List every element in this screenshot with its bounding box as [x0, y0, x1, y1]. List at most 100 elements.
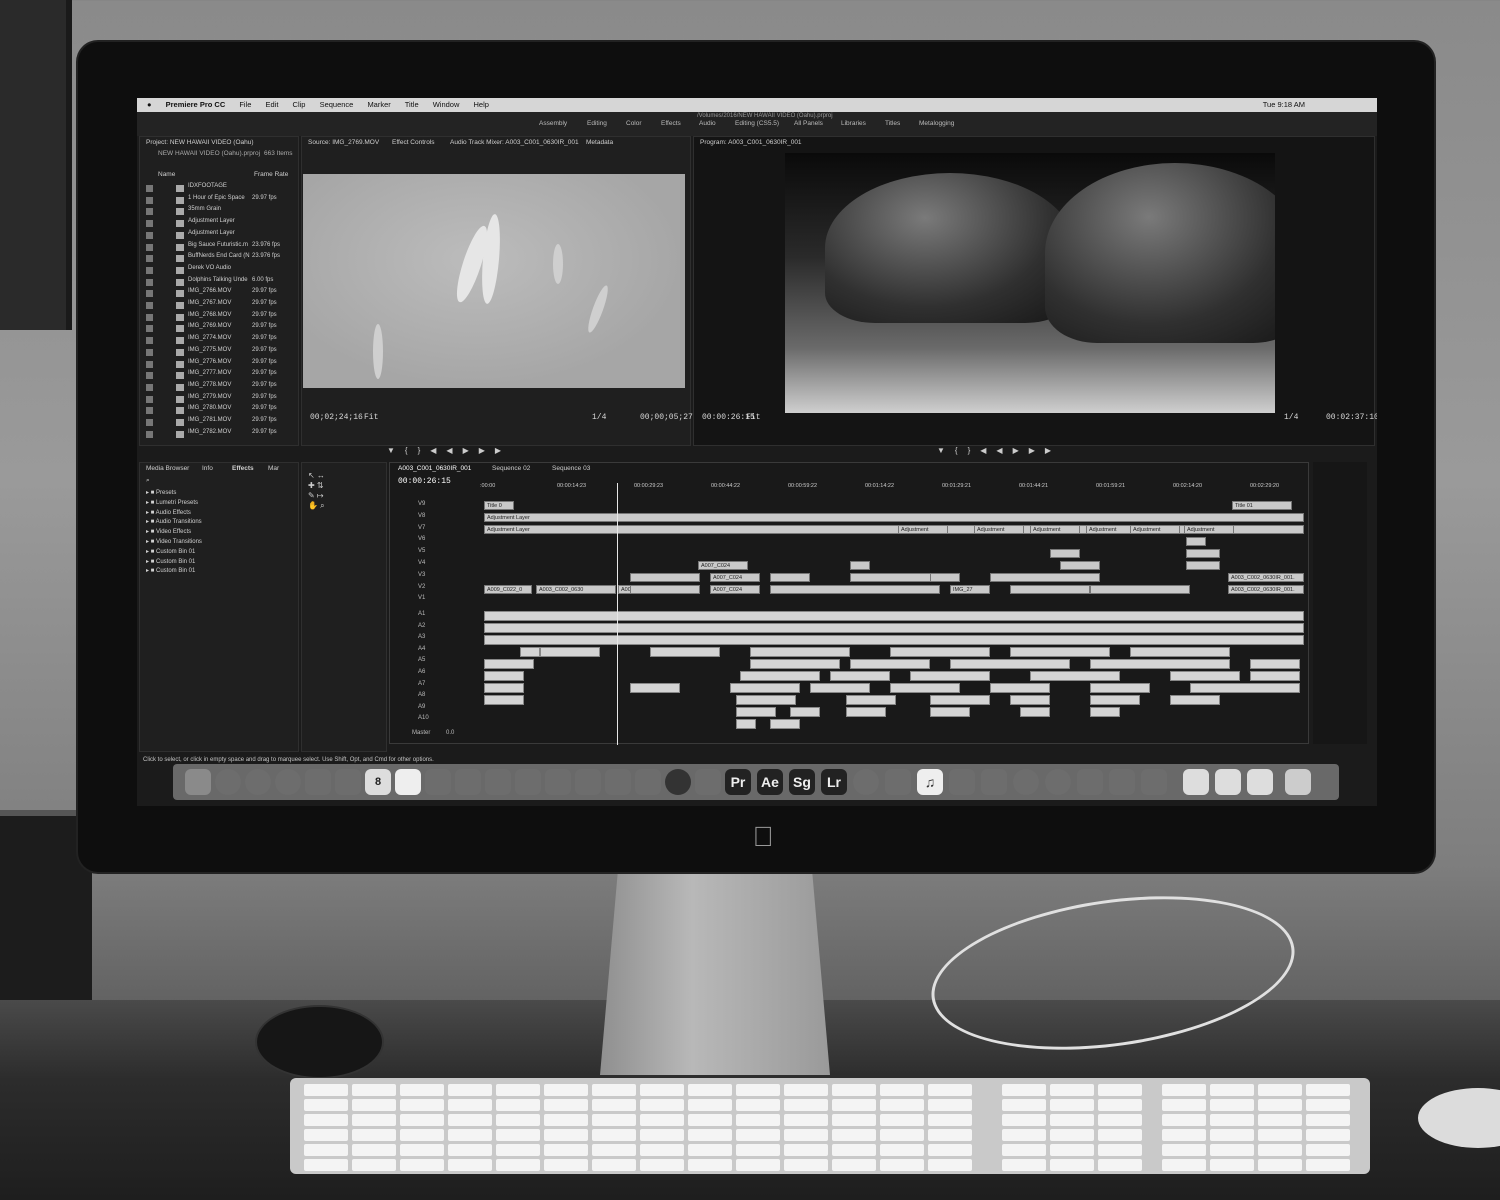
audio-clip[interactable]	[1010, 647, 1110, 657]
label-color-swatch[interactable]	[146, 255, 153, 263]
source-fit-select[interactable]: Fit	[364, 413, 378, 422]
project-item[interactable]: BuffNerds End Card (N 23.976 fps	[140, 253, 296, 264]
audio-clip[interactable]	[830, 671, 890, 681]
audio-clip[interactable]	[1090, 659, 1230, 669]
contacts-icon[interactable]	[335, 769, 361, 795]
program-fit-select[interactable]: Fit	[746, 413, 760, 422]
timeline-timecode[interactable]: 00:00:26:15	[398, 477, 451, 486]
video-clip[interactable]	[930, 573, 960, 582]
audio-clip[interactable]	[484, 683, 524, 693]
launchpad-icon[interactable]	[245, 769, 271, 795]
project-item[interactable]: IMG_2780.MOV 29.97 fps	[140, 405, 296, 416]
label-color-swatch[interactable]	[146, 290, 153, 298]
audio-track-mixer-tab[interactable]: Audio Track Mixer: A003_C001_0630IR_001	[450, 139, 579, 146]
audio-clip[interactable]	[1090, 707, 1120, 717]
menu-marker[interactable]: Marker	[367, 100, 390, 109]
audio-track-label[interactable]: A2	[418, 623, 425, 629]
label-color-swatch[interactable]	[146, 266, 153, 274]
effects-folder[interactable]: ▸ ■ Custom Bin 01	[146, 567, 195, 578]
project-item[interactable]: IMG_2775.MOV 29.97 fps	[140, 347, 296, 358]
documents-stack-icon[interactable]	[1215, 769, 1241, 795]
video-clip[interactable]	[770, 585, 940, 594]
audio-clip[interactable]	[890, 647, 990, 657]
audio-clip[interactable]	[650, 647, 720, 657]
downloads-stack-icon[interactable]	[1183, 769, 1209, 795]
project-item[interactable]: IMG_2781.MOV 29.97 fps	[140, 417, 296, 428]
source-zoom-select[interactable]: 1/4	[592, 413, 606, 422]
textedit-icon[interactable]	[1077, 769, 1103, 795]
app-store-icon[interactable]	[1013, 769, 1039, 795]
program-tab[interactable]: Program: A003_C001_0630IR_001	[700, 139, 802, 146]
label-color-swatch[interactable]	[146, 302, 153, 309]
video-track-label[interactable]: V6	[418, 536, 425, 542]
workspace-editing-cs55[interactable]: Editing (CS5.5)	[735, 112, 779, 136]
after-effects-icon[interactable]: Ae	[757, 769, 783, 795]
video-clip[interactable]	[1090, 585, 1190, 594]
project-item[interactable]: IMG_2779.MOV 29.97 fps	[140, 394, 296, 405]
messages-icon[interactable]	[455, 769, 481, 795]
source-tab[interactable]: Source: IMG_2769.MOV	[308, 139, 379, 146]
audio-track-label[interactable]: A6	[418, 669, 425, 675]
audio-clip[interactable]	[736, 695, 796, 705]
video-clip[interactable]: A003_C002_0630IR_001.	[1228, 573, 1304, 582]
info-tab[interactable]: Info	[202, 465, 213, 472]
audio-clip[interactable]	[520, 647, 540, 657]
audio-clip[interactable]	[484, 635, 1304, 645]
master-track-value[interactable]: 0.0	[446, 730, 454, 736]
video-clip[interactable]	[770, 573, 810, 582]
source-transport-controls[interactable]: ▼{}◀◀▶▶▶	[387, 446, 687, 458]
audio-clip[interactable]	[890, 683, 960, 693]
menu-window[interactable]: Window	[433, 100, 460, 109]
video-track-label[interactable]: V8	[418, 513, 425, 519]
ibooks-icon[interactable]	[981, 769, 1007, 795]
siri-icon[interactable]	[215, 769, 241, 795]
label-color-swatch[interactable]	[146, 325, 153, 333]
audio-clip[interactable]	[484, 611, 1304, 621]
project-item[interactable]: 35mm Grain	[140, 206, 296, 217]
timeline-ruler[interactable]: :00:00 00:00:14:23 00:00:29:23 00:00:44:22 0…	[480, 483, 1300, 495]
camera-icon[interactable]	[1109, 769, 1135, 795]
project-item[interactable]: Derek VO Audio	[140, 265, 296, 276]
app-name-menu[interactable]: Premiere Pro CC	[166, 100, 226, 109]
audio-clip[interactable]	[1020, 707, 1050, 717]
image-capture-icon[interactable]	[635, 769, 661, 795]
workspace-all-panels[interactable]: All Panels	[794, 112, 823, 136]
video-clip[interactable]: A007_C024	[710, 585, 760, 594]
menu-clip[interactable]: Clip	[293, 100, 306, 109]
workspace-editing[interactable]: Editing	[587, 112, 607, 136]
workspace-titles[interactable]: Titles	[885, 112, 900, 136]
video-clip[interactable]	[1186, 537, 1206, 546]
label-color-swatch[interactable]	[146, 185, 153, 192]
menu-help[interactable]: Help	[474, 100, 489, 109]
video-track-label[interactable]: V9	[418, 501, 425, 507]
video-clip[interactable]: Adjustment	[898, 525, 948, 534]
audio-track-label[interactable]: A9	[418, 704, 425, 710]
audio-clip[interactable]	[990, 683, 1050, 693]
workspace-libraries[interactable]: Libraries	[841, 112, 866, 136]
video-clip[interactable]: Adjustment	[1030, 525, 1080, 534]
audio-track-label[interactable]: A1	[418, 611, 425, 617]
project-item[interactable]: Adjustment Layer	[140, 230, 296, 241]
project-item[interactable]: IMG_2766.MOV 29.97 fps	[140, 288, 296, 299]
label-color-swatch[interactable]	[146, 220, 153, 228]
video-clip[interactable]: A009_C022_0	[484, 585, 532, 594]
audio-clip[interactable]	[736, 719, 756, 729]
mail-icon[interactable]	[305, 769, 331, 795]
audio-clip[interactable]	[950, 659, 1070, 669]
effects-tab[interactable]: Effects	[232, 465, 254, 472]
workspace-assembly[interactable]: Assembly	[539, 112, 567, 136]
finder-icon[interactable]	[185, 769, 211, 795]
video-clip[interactable]	[1186, 549, 1220, 558]
video-clip[interactable]	[630, 573, 700, 582]
video-clip[interactable]: IMG_27	[950, 585, 990, 594]
menu-clock[interactable]: Tue 9:18 AM	[1263, 98, 1305, 112]
audio-clip[interactable]	[770, 719, 800, 729]
project-item[interactable]: Big Sauce Futuristic.m 23.976 fps	[140, 242, 296, 253]
audio-track-label[interactable]: A10	[418, 715, 429, 721]
label-color-swatch[interactable]	[146, 278, 153, 286]
photo-booth-icon[interactable]	[515, 769, 541, 795]
label-color-swatch[interactable]	[146, 383, 153, 391]
video-track-label[interactable]: V4	[418, 560, 425, 566]
audio-clip[interactable]	[1030, 671, 1120, 681]
audio-clip[interactable]	[846, 707, 886, 717]
